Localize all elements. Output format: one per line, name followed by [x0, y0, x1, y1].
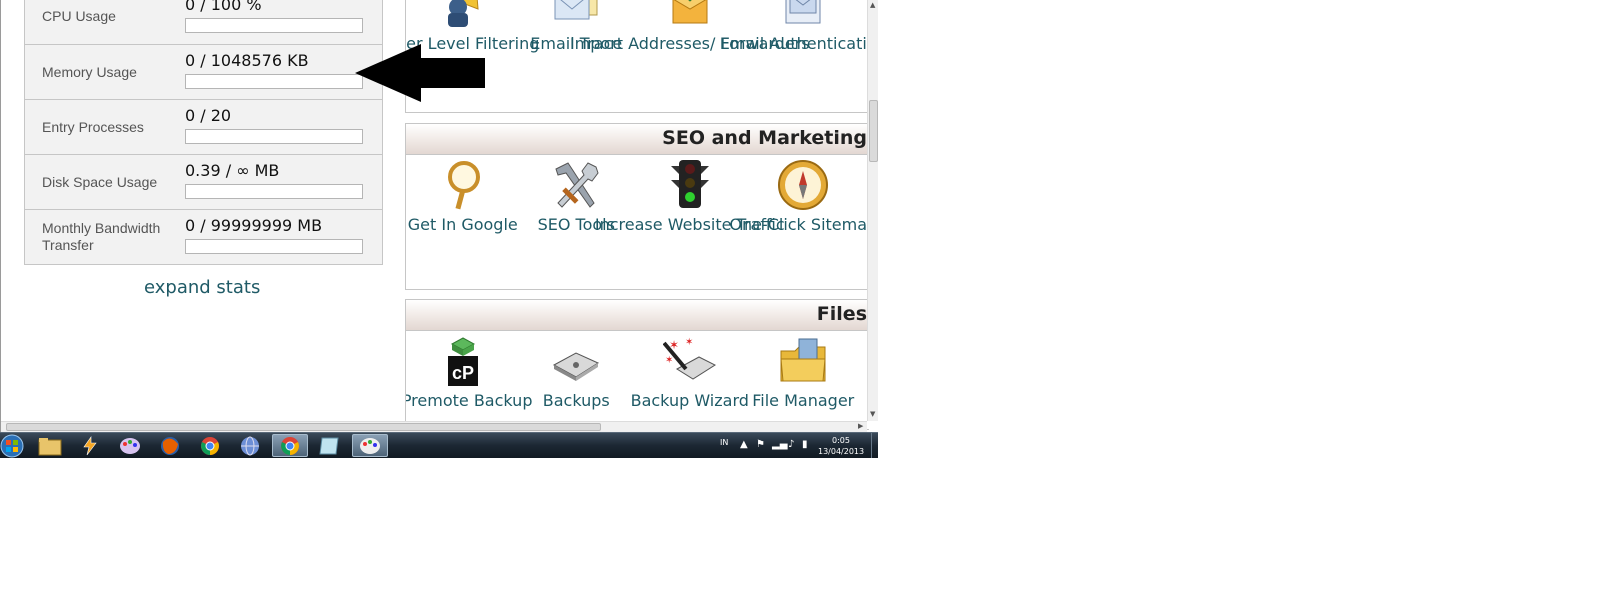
firefox-icon — [161, 436, 179, 455]
section-title: SEO and Marketing — [662, 127, 867, 149]
one-click-sitemap-link[interactable]: One-Click Sitemap — [729, 159, 877, 235]
seo-icon-grid: Get In Google SEO Tools Increase Website… — [405, 155, 877, 290]
cpremote-backup-link[interactable]: cP cPremote Backup — [406, 335, 532, 411]
globe-app-taskbar-button[interactable] — [232, 434, 268, 457]
globe-icon — [241, 436, 259, 455]
clock-time: 0:05 — [832, 436, 850, 445]
paint-app-taskbar-button[interactable] — [112, 434, 148, 457]
magnifier-icon — [436, 159, 490, 211]
tools-icon — [549, 159, 603, 211]
backups-link[interactable]: Backups — [520, 335, 634, 411]
network-signal-icon[interactable]: ▂▄ — [772, 440, 787, 450]
files-section-header[interactable]: Files — [405, 299, 869, 331]
backup-wizard-icon: ✶ ✶ ✶ — [662, 335, 717, 387]
stat-label: Monthly Bandwidth Transfer — [42, 220, 161, 253]
browser-viewport: CPU Usage 0 / 100 % Memory Usage 0 / 104… — [0, 0, 878, 432]
explorer-taskbar-button[interactable] — [32, 434, 68, 457]
stat-row-bandwidth: Monthly Bandwidth Transfer 0 / 99999999 … — [25, 209, 382, 264]
chrome-icon — [281, 436, 299, 455]
stat-progress-bar — [185, 239, 363, 254]
taskbar: IN ▲ ⚑ ▂▄ ♪ ▮ 0:05 13/04/2013 — [0, 432, 878, 458]
email-authentication-icon — [776, 0, 830, 30]
traffic-light-icon — [663, 159, 717, 211]
stat-progress-bar — [185, 129, 363, 144]
stat-progress-bar — [185, 18, 363, 33]
notepad-icon — [319, 437, 339, 454]
paint-icon — [360, 437, 380, 454]
scroll-up-icon[interactable]: ▲ — [870, 1, 875, 9]
stat-value: 0.39 / ∞ MB — [185, 161, 280, 180]
stat-progress-bar — [185, 184, 363, 199]
winamp-taskbar-button[interactable] — [72, 434, 108, 457]
expand-stats-link[interactable]: expand stats — [144, 277, 260, 298]
cpremote-icon: cP — [436, 335, 490, 387]
import-addresses-icon — [663, 0, 717, 30]
battery-icon[interactable]: ▮ — [802, 440, 808, 450]
stat-row-disk-space: Disk Space Usage 0.39 / ∞ MB — [25, 154, 382, 209]
stat-label: Entry Processes — [42, 118, 144, 135]
user-filter-icon — [436, 0, 490, 30]
start-button-icon[interactable] — [0, 434, 24, 458]
action-center-flag-icon[interactable]: ⚑ — [756, 440, 765, 450]
stat-value: 0 / 99999999 MB — [185, 216, 323, 235]
email-trace-icon — [549, 0, 603, 30]
icon-label: Get In Google — [407, 215, 518, 234]
notepad-taskbar-button[interactable] — [311, 434, 347, 457]
horizontal-scrollbar[interactable]: ▶ — [1, 421, 867, 432]
folder-icon — [776, 335, 830, 387]
stat-row-entry-processes: Entry Processes 0 / 20 — [25, 99, 382, 154]
files-icon-grid: cP cPremote Backup Backups ✶ ✶ ✶ Backup … — [405, 331, 869, 430]
icon-label: Backup Wizard — [630, 391, 749, 410]
stat-progress-bar — [185, 74, 363, 89]
email-authentication-link[interactable]: Email Authentication — [720, 0, 869, 54]
icon-label: File Manager — [752, 391, 855, 410]
chrome-taskbar-button[interactable] — [192, 434, 228, 457]
horizontal-scroll-thumb[interactable] — [6, 423, 601, 431]
chrome-icon — [201, 436, 219, 455]
show-desktop-button[interactable] — [871, 433, 878, 458]
icon-label: One-Click Sitemap — [729, 215, 878, 234]
backup-disk-icon — [549, 335, 603, 387]
vertical-scrollbar[interactable]: ▲ ▼ — [867, 0, 878, 421]
stat-row-memory: Memory Usage 0 / 1048576 KB — [25, 44, 382, 99]
desktop-screen: CPU Usage 0 / 100 % Memory Usage 0 / 104… — [0, 0, 878, 458]
backup-wizard-link[interactable]: ✶ ✶ ✶ Backup Wizard — [630, 335, 749, 411]
icon-label: Backups — [542, 391, 610, 410]
svg-text:✶: ✶ — [685, 337, 693, 348]
stat-value: 0 / 1048576 KB — [185, 51, 309, 70]
seo-section-header[interactable]: SEO and Marketing — [405, 123, 869, 155]
stat-value: 0 / 100 % — [185, 0, 262, 14]
stat-value: 0 / 20 — [185, 106, 232, 125]
stat-label: CPU Usage — [42, 8, 116, 24]
lightning-icon — [83, 435, 97, 455]
language-indicator[interactable]: IN — [720, 438, 728, 447]
stats-panel: CPU Usage 0 / 100 % Memory Usage 0 / 104… — [24, 0, 383, 265]
volume-icon[interactable]: ♪ — [788, 440, 794, 450]
folder-icon — [38, 437, 62, 455]
paint-active-taskbar-button[interactable] — [352, 434, 388, 457]
stat-row-cpu: CPU Usage 0 / 100 % — [25, 0, 382, 44]
stat-label: Memory Usage — [42, 63, 137, 80]
show-hidden-icons-icon[interactable]: ▲ — [740, 440, 748, 450]
svg-text:✶: ✶ — [665, 355, 673, 366]
section-title: Files — [816, 303, 867, 325]
svg-text:✶: ✶ — [669, 338, 679, 352]
vertical-scroll-thumb[interactable] — [869, 100, 878, 162]
icon-label: cPremote Backup — [405, 391, 533, 410]
compass-icon — [776, 159, 830, 211]
svg-text:cP: cP — [452, 363, 474, 383]
scroll-down-icon[interactable]: ▼ — [870, 410, 875, 418]
file-manager-link[interactable]: File Manager — [747, 335, 861, 411]
firefox-taskbar-button[interactable] — [152, 434, 188, 457]
scroll-right-icon[interactable]: ▶ — [858, 422, 863, 430]
clock-date: 13/04/2013 — [818, 447, 865, 456]
system-clock[interactable]: 0:05 13/04/2013 — [818, 435, 864, 457]
get-in-google-link[interactable]: Get In Google — [406, 159, 520, 235]
stat-label: Disk Space Usage — [42, 173, 158, 190]
icon-label: Email Authentication — [719, 34, 869, 53]
annotation-arrow-icon — [355, 44, 485, 102]
chrome-active-taskbar-button[interactable] — [272, 434, 308, 457]
palette-icon — [120, 437, 140, 454]
